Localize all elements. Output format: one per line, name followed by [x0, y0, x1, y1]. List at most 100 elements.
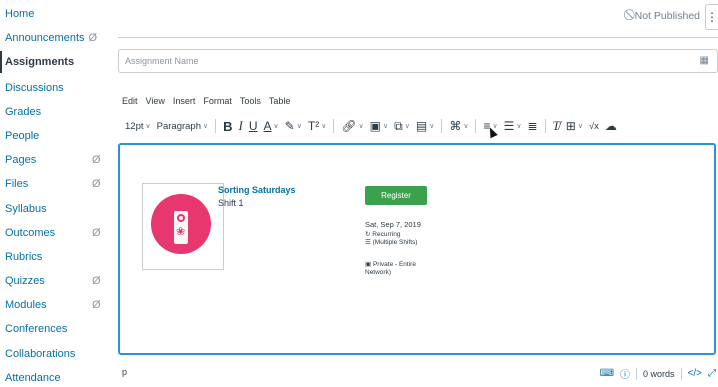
recurring-label: Recurring — [372, 231, 401, 238]
document-button[interactable]: ▤ ∨ — [413, 119, 437, 133]
nav-item-syllabus[interactable]: Syllabus — [5, 200, 47, 218]
menu-edit[interactable]: Edit — [122, 96, 138, 106]
font-size-value: 12pt — [125, 120, 144, 132]
superscript-button[interactable]: T² ∨ — [305, 119, 329, 133]
list-button[interactable]: ☰ ∨ — [501, 119, 525, 133]
media-button[interactable]: ⧉ ∨ — [391, 119, 413, 134]
hidden-icon: Ø — [92, 275, 101, 287]
assignment-name-input[interactable]: Assignment Name ▦ — [118, 49, 718, 73]
nav-item-rubrics[interactable]: Rubrics — [5, 248, 42, 266]
menu-tools[interactable]: Tools — [240, 96, 261, 106]
rich-content-editor[interactable]: ❀ Sorting Saturdays Shift 1 Register Sat… — [118, 143, 716, 355]
image-button[interactable]: ▣ ∨ — [367, 119, 391, 133]
nav-item-discussions[interactable]: Discussions — [5, 79, 64, 97]
word-count: 0 words — [643, 368, 675, 379]
publish-status: ⃠ Not Published — [632, 9, 700, 22]
hidden-icon: Ø — [92, 154, 101, 166]
text-color-button[interactable]: A ∨ — [261, 119, 282, 133]
menu-table[interactable]: Table — [269, 96, 291, 106]
nav-item-grades[interactable]: Grades — [5, 103, 41, 121]
menu-insert[interactable]: Insert — [173, 96, 196, 106]
nav-item-pages[interactable]: Pages Ø — [5, 151, 105, 169]
indent-button[interactable]: ≣ — [524, 119, 540, 133]
event-title-link[interactable]: Sorting Saturdays — [218, 185, 296, 195]
chevron-down-icon: ∨ — [296, 123, 302, 130]
nav-item-attendance[interactable]: Attendance — [5, 369, 61, 387]
cloud-button[interactable]: ☁︎ — [602, 119, 620, 133]
nav-label: Collaborations — [5, 348, 76, 360]
hidden-icon: Ø — [92, 178, 101, 190]
nav-item-files[interactable]: Files Ø — [5, 175, 105, 193]
event-thumbnail: ❀ — [142, 183, 224, 270]
document-icon: ▤ — [415, 119, 428, 133]
highlight-button[interactable]: ✎ ∨ — [282, 119, 305, 133]
register-button[interactable]: Register — [365, 186, 427, 205]
chevron-down-icon: ∨ — [516, 123, 522, 130]
hidden-icon: Ø — [88, 32, 98, 44]
equation-button[interactable]: √x — [586, 121, 602, 132]
html-editor-toggle[interactable]: </> — [688, 368, 702, 379]
nav-label: Rubrics — [5, 251, 43, 263]
nav-item-quizzes[interactable]: Quizzes Ø — [5, 272, 105, 290]
can-lid — [177, 214, 185, 222]
statusbar-separator — [680, 367, 682, 380]
privacy-label: Private - Entire Network) — [365, 261, 416, 276]
plug-icon: ⌘ — [449, 119, 462, 133]
chevron-down-icon: ∨ — [577, 123, 583, 130]
table-button[interactable]: ⊞ ∨ — [563, 119, 586, 133]
nav-item-people[interactable]: People — [5, 127, 39, 145]
keyboard-shortcut-icon[interactable]: ▦ — [700, 50, 709, 72]
publish-status-label: Not Published — [634, 9, 700, 22]
privacy-line: ▣ Private - Entire Network) — [365, 261, 435, 277]
chevron-down-icon: ∨ — [463, 123, 469, 130]
chevron-down-icon: ∨ — [145, 123, 151, 130]
nav-item-modules[interactable]: Modules Ø — [5, 296, 105, 314]
nav-item-conferences[interactable]: Conferences — [5, 320, 67, 338]
toolbar-separator — [215, 119, 217, 133]
event-shift: Shift 1 — [218, 198, 244, 208]
editor-toolbar: 12pt ∨ Paragraph ∨ B I U A ∨ ✎ ∨ T² ∨ 🔗︎ ∨ ▣ ∨ … — [122, 117, 620, 135]
nav-item-announcements[interactable]: Announcements Ø — [5, 29, 97, 47]
underline-icon[interactable]: U — [246, 119, 261, 133]
accessibility-icon[interactable]: ⓘ — [620, 366, 630, 381]
nav-label: Modules — [5, 299, 47, 311]
course-nav: Home Announcements Ø Assignments Discussi… — [0, 0, 112, 384]
nav-label: Home — [5, 8, 35, 20]
nav-item-outcomes[interactable]: Outcomes Ø — [5, 224, 105, 242]
chevron-down-icon: ∨ — [321, 123, 327, 130]
more-options-button[interactable]: ⋮ — [705, 4, 718, 30]
block-format-value: Paragraph — [156, 120, 201, 132]
header-divider — [118, 37, 718, 38]
highlighter-icon: ✎ — [284, 119, 295, 133]
hidden-icon: Ø — [92, 227, 101, 239]
nav-item-assignments[interactable]: Assignments — [0, 51, 74, 73]
fullscreen-icon[interactable]: ⤢ — [708, 368, 716, 379]
block-format-select[interactable]: Paragraph ∨ — [154, 121, 212, 132]
can-icon: ❀ — [174, 211, 188, 244]
apps-button[interactable]: ⌘ ∨ — [446, 119, 471, 133]
nav-label: Files — [5, 178, 29, 190]
menu-format[interactable]: Format — [203, 96, 232, 106]
element-path[interactable]: p — [122, 367, 127, 377]
multiple-shifts-label: (Multiple Shifts) — [372, 239, 418, 246]
lock-icon: ▣ — [365, 261, 373, 268]
equation-icon: √x — [588, 120, 599, 132]
paw-icon: ❀ — [176, 226, 186, 238]
nav-item-collaborations[interactable]: Collaborations — [5, 345, 75, 363]
menu-view[interactable]: View — [146, 96, 165, 106]
nav-label: Outcomes — [5, 227, 56, 239]
nav-item-home[interactable]: Home — [5, 5, 34, 23]
recurring-line: ↻ Recurring — [365, 230, 400, 238]
keyboard-icon[interactable]: ⌨︎ — [600, 368, 614, 379]
toolbar-separator — [441, 119, 443, 133]
clear-formatting-button[interactable]: T̸ — [550, 118, 563, 134]
table-icon: ⊞ — [565, 119, 576, 133]
shifts-icon: ☰ — [365, 239, 373, 246]
list-icon: ☰ — [503, 119, 515, 133]
nav-label: Grades — [5, 106, 42, 118]
assignment-name-placeholder: Assignment Name — [125, 56, 199, 66]
link-button[interactable]: 🔗︎ ∨ — [338, 119, 366, 133]
font-size-select[interactable]: 12pt ∨ — [122, 121, 154, 132]
italic-icon[interactable]: I — [236, 118, 246, 134]
bold-icon[interactable]: B — [220, 119, 235, 134]
